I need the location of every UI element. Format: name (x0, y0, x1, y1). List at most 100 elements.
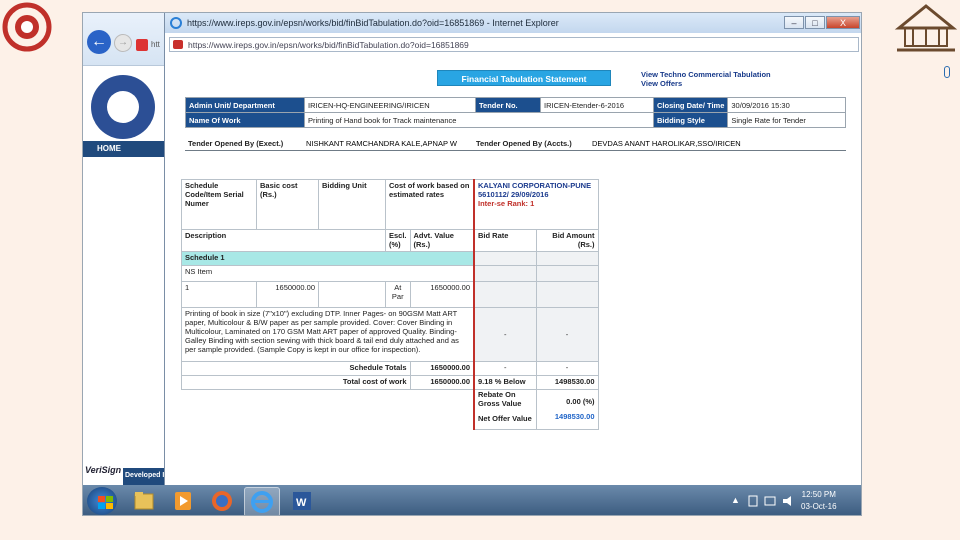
site-favicon-icon (173, 40, 183, 49)
page-content: Financial Tabulation Statement View Tech… (165, 57, 861, 485)
start-button[interactable] (87, 487, 117, 515)
back-arrow-icon[interactable]: ← (87, 30, 111, 54)
admin-unit-value: IRICEN-HQ-ENGINEERING/IRICEN (304, 97, 476, 113)
window-title: https://www.ireps.gov.in/epsn/works/bid/… (187, 18, 559, 28)
ireps-railway-logo (91, 75, 155, 139)
bidder-cell: KALYANI CORPORATION-PUNE 5610112/ 29/09/… (473, 179, 599, 230)
view-offers-link[interactable]: View Offers (641, 79, 682, 88)
background-nav-bar (83, 141, 167, 157)
background-browser-window: ← → htt HOME VeriSign Developed I (83, 13, 167, 515)
name-of-work-label: Name Of Work (185, 112, 305, 128)
bid-amount-header: Bid Amount (Rs.) (535, 229, 599, 252)
rebate-net-values: 0.00 (%) 1498530.00 (535, 389, 599, 430)
item-par: Par (391, 292, 404, 301)
item-basic-cost: 1650000.00 (256, 281, 319, 308)
bidder-name: KALYANI CORPORATION-PUNE (478, 181, 592, 190)
schedule-code-header: Schedule Code/Item Serial Numer (181, 179, 257, 230)
item-bidding-unit (318, 281, 386, 308)
screenshot: ← → htt HOME VeriSign Developed I https:… (82, 12, 862, 516)
item-bid-rate: - (473, 307, 537, 362)
opened-accts-label: Tender Opened By (Accts.) (473, 136, 589, 151)
tray-expand-icon[interactable]: ▲ (731, 495, 740, 505)
tender-info-table: Admin Unit/ Department IRICEN-HQ-ENGINEE… (185, 97, 846, 128)
admin-unit-label: Admin Unit/ Department (185, 97, 305, 113)
windows-flag-icon (98, 496, 113, 509)
internet-explorer-taskbar-icon[interactable] (244, 487, 280, 515)
item-escl: At Par (385, 281, 411, 308)
clock-time: 12:50 PM (801, 490, 836, 499)
name-of-work-value: Printing of Hand book for Track maintena… (304, 112, 654, 128)
bidding-style-label: Bidding Style (652, 112, 729, 128)
background-url[interactable]: htt (151, 40, 160, 49)
net-offer-label: Net Offer Value (478, 414, 532, 423)
financial-tabulation-grid: Schedule Code/Item Serial Numer Basic co… (181, 179, 841, 430)
maximize-button[interactable]: □ (805, 16, 825, 29)
forward-arrow-icon[interactable]: → (114, 34, 132, 52)
address-bar[interactable]: https://www.ireps.gov.in/epsn/works/bid/… (169, 37, 859, 52)
media-player-icon[interactable] (166, 487, 200, 515)
iricen-building-logo (894, 4, 958, 52)
tender-opened-row: Tender Opened By (Exect.) NISHKANT RAMCH… (185, 136, 846, 151)
page-title: Financial Tabulation Statement (437, 70, 611, 86)
clock-date: 03-Oct-16 (801, 502, 837, 511)
address-url[interactable]: https://www.ireps.gov.in/epsn/works/bid/… (188, 40, 469, 50)
internet-explorer-window: https://www.ireps.gov.in/epsn/works/bid/… (164, 13, 861, 485)
windows-taskbar: W ▲ 12:50 PM 03-Oct-16 (83, 485, 861, 515)
description-header: Description (181, 229, 386, 252)
opened-exec-value: NISHKANT RAMCHANDRA KALE,APNAP W (303, 136, 473, 151)
bidding-unit-header: Bidding Unit (318, 179, 386, 230)
word-icon[interactable]: W (285, 487, 319, 515)
opened-exec-label: Tender Opened By (Exect.) (185, 136, 303, 151)
closing-date-value: 30/09/2016 15:30 (727, 97, 846, 113)
opened-accts-value: DEVDAS ANANT HAROLIKAR,SSO/IRICEN (589, 136, 846, 151)
cost-of-work-header: Cost of work based on estimated rates (385, 179, 475, 230)
inter-se-rank: Inter-se Rank: 1 (478, 199, 535, 208)
file-explorer-icon[interactable] (127, 487, 161, 515)
indian-railways-logo (2, 2, 52, 52)
system-tray-icons[interactable] (747, 494, 801, 508)
taskbar-clock[interactable]: 12:50 PM 03-Oct-16 (801, 489, 837, 513)
ns-item-row: NS Item (181, 265, 475, 282)
internet-explorer-icon (170, 17, 182, 29)
schedule-totals-amount: - (535, 361, 599, 376)
site-favicon-icon (136, 39, 148, 51)
item-cost: 1650000.00 (409, 281, 475, 308)
bidder-ref: 5610112/ 29/09/2016 (478, 190, 549, 199)
escl-header: Escl. (%) (385, 229, 411, 252)
minimize-button[interactable]: – (784, 16, 804, 29)
bidding-style-value: Single Rate for Tender (727, 112, 846, 128)
tender-no-value: IRICEN-Etender-6-2016 (540, 97, 654, 113)
schedule-row: Schedule 1 (181, 251, 475, 266)
home-nav-link[interactable]: HOME (97, 144, 121, 153)
techno-commercial-link[interactable]: View Techno Commercial Tabulation (641, 70, 771, 79)
svg-text:W: W (296, 497, 307, 509)
percent-below: 9.18 % Below (473, 375, 537, 390)
below-amount: 1498530.00 (535, 375, 599, 390)
verisign-logo: VeriSign (85, 465, 122, 475)
item-description: Printing of book in size (7"x10") exclud… (181, 307, 475, 362)
advt-value-header: Advt. Value (Rs.) (409, 229, 475, 252)
closing-date-label: Closing Date/ Time (652, 97, 729, 113)
close-button[interactable]: X (826, 16, 860, 29)
total-cost-value: 1650000.00 (409, 375, 475, 390)
rebate-label: Rebate On Gross Value (478, 390, 522, 408)
schedule-totals-value: 1650000.00 (409, 361, 475, 376)
tender-no-label: Tender No. (475, 97, 541, 113)
net-offer-value: 1498530.00 (554, 412, 595, 421)
rebate-value: 0.00 (%) (566, 397, 595, 406)
developed-text: Developed I (125, 472, 165, 479)
firefox-icon[interactable] (205, 487, 239, 515)
item-number: 1 (181, 281, 257, 308)
window-title-bar: https://www.ireps.gov.in/epsn/works/bid/… (165, 13, 861, 33)
schedule-bid-rate (473, 251, 537, 266)
schedule-totals-rate: - (473, 361, 537, 376)
item-bid-amount: - (535, 307, 599, 362)
slide-marker (944, 66, 950, 78)
schedule-bid-amount (535, 251, 599, 266)
basic-cost-header: Basic cost (Rs.) (256, 179, 319, 230)
bid-rate-header: Bid Rate (473, 229, 537, 252)
item-at: At (394, 283, 402, 292)
rebate-net-labels: Rebate On Gross Value Net Offer Value (473, 389, 537, 430)
total-cost-label: Total cost of work (181, 375, 411, 390)
schedule-totals-label: Schedule Totals (181, 361, 411, 376)
